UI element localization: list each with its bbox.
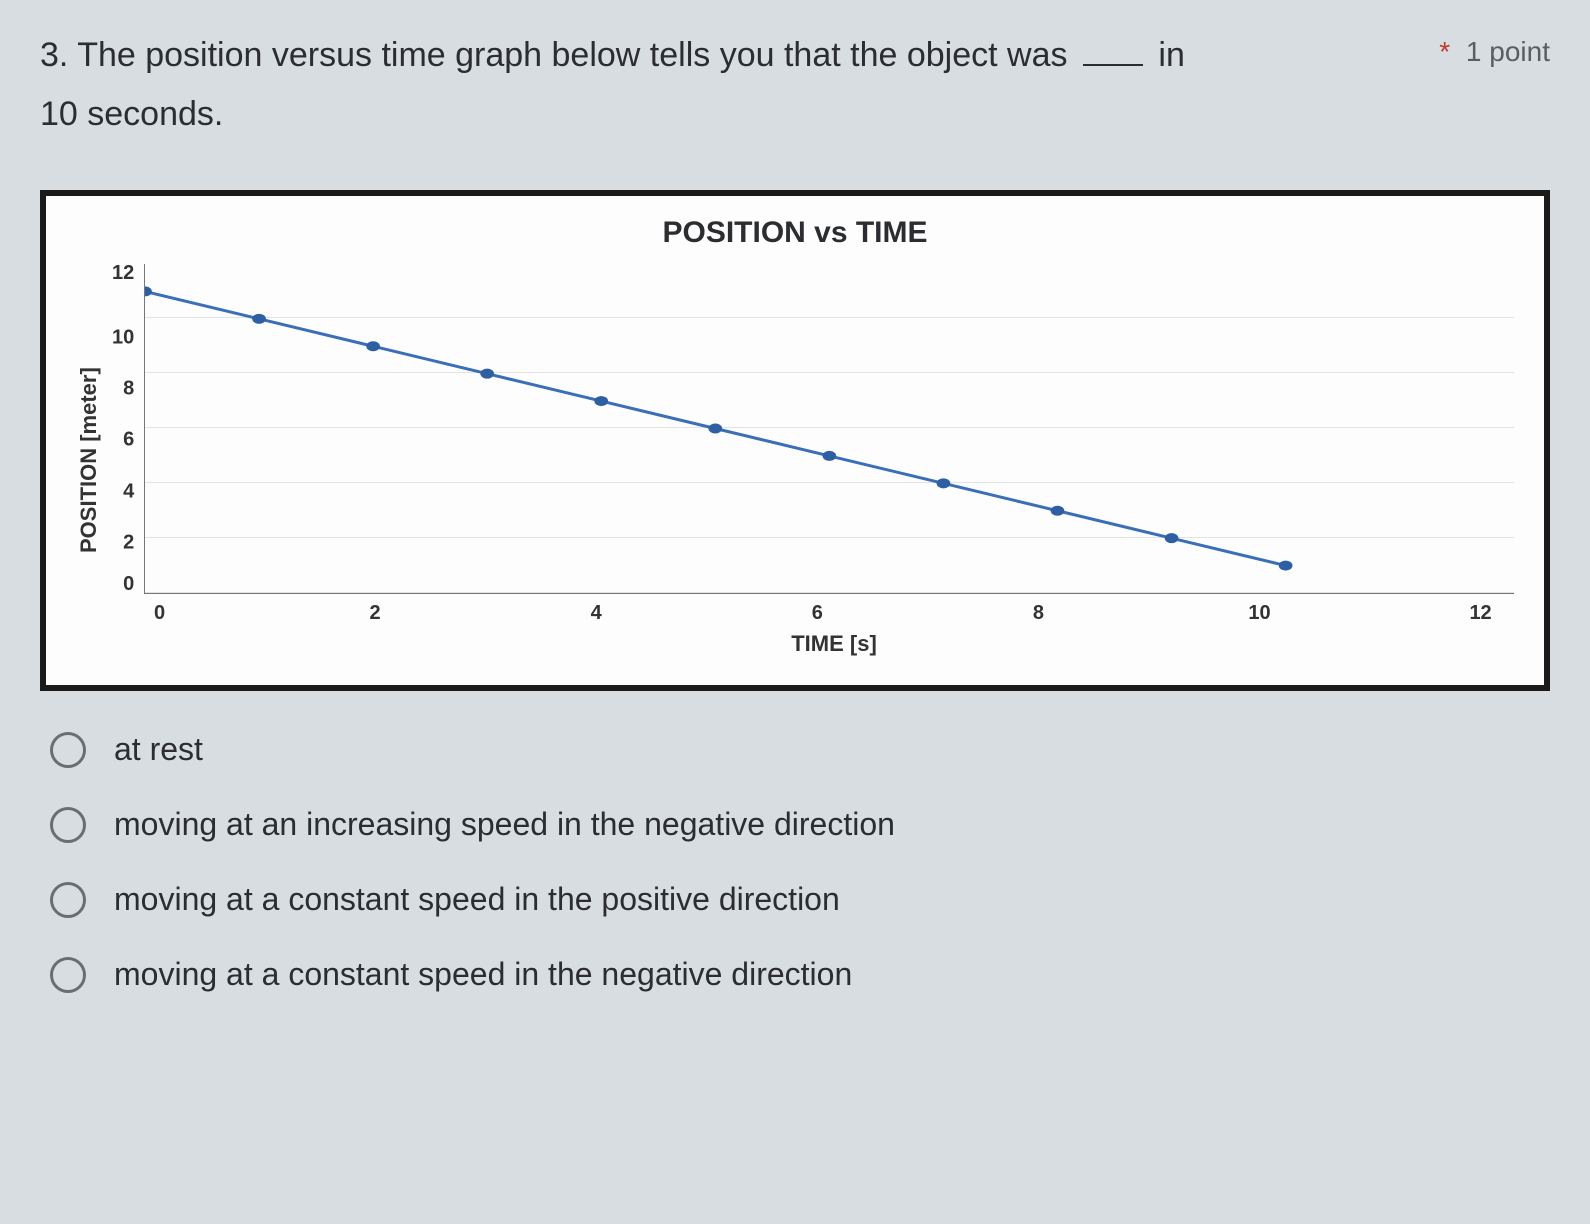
points-label: 1 point: [1466, 36, 1550, 67]
option-constant-negative[interactable]: moving at a constant speed in the negati…: [50, 956, 1550, 993]
x-axis-label: TIME [s]: [154, 631, 1514, 657]
blank-line: [1083, 64, 1143, 66]
option-label: moving at a constant speed in the negati…: [114, 956, 852, 993]
y-tick-label: 4: [123, 480, 134, 503]
option-constant-positive[interactable]: moving at a constant speed in the positi…: [50, 881, 1550, 918]
points-meta: * 1 point: [1419, 30, 1550, 68]
question-prefix: 3. The position versus time graph below …: [40, 36, 1077, 74]
options-group: at rest moving at an increasing speed in…: [40, 731, 1550, 993]
x-ticks: 0 2 4 6 8 10 12: [154, 602, 1514, 625]
radio-icon: [50, 882, 86, 918]
question-row: 3. The position versus time graph below …: [40, 30, 1550, 81]
option-label: moving at an increasing speed in the neg…: [114, 806, 895, 843]
option-label: moving at a constant speed in the positi…: [114, 881, 840, 918]
option-increasing-negative[interactable]: moving at an increasing speed in the neg…: [50, 806, 1550, 843]
x-tick-label: 2: [370, 602, 381, 625]
x-tick-label: 10: [1248, 602, 1270, 625]
y-tick-label: 8: [123, 378, 134, 401]
question-line2: 10 seconds.: [40, 89, 1550, 140]
x-tick-label: 4: [591, 602, 602, 625]
y-tick-label: 6: [123, 429, 134, 452]
radio-icon: [50, 807, 86, 843]
option-label: at rest: [114, 731, 203, 768]
y-axis-label: POSITION [meter]: [76, 264, 102, 657]
radio-icon: [50, 732, 86, 768]
x-tick-label: 12: [1469, 602, 1491, 625]
plot-area: 12 10 8 6 4 2 0: [112, 264, 1514, 594]
chart-frame: POSITION vs TIME POSITION [meter] 12 10 8 6…: [40, 190, 1550, 691]
y-tick-label: 0: [123, 573, 134, 596]
question-text: 3. The position versus time graph below …: [40, 30, 1419, 81]
x-tick-label: 0: [154, 602, 165, 625]
y-tick-label: 12: [112, 262, 134, 285]
plot-wrap: 12 10 8 6 4 2 0 0 2 4 6 8 10 12 TIME [s]: [112, 264, 1514, 657]
option-at-rest[interactable]: at rest: [50, 731, 1550, 768]
required-asterisk: *: [1439, 36, 1450, 67]
x-tick-label: 8: [1033, 602, 1044, 625]
y-ticks: 12 10 8 6 4 2 0: [112, 264, 144, 594]
chart-line-svg: [145, 264, 1514, 593]
chart-title: POSITION vs TIME: [76, 216, 1514, 250]
y-tick-label: 10: [112, 327, 134, 350]
radio-icon: [50, 957, 86, 993]
y-tick-label: 2: [123, 531, 134, 554]
plot-grid: [144, 264, 1514, 594]
x-tick-label: 6: [812, 602, 823, 625]
question-suffix: in: [1158, 36, 1184, 74]
chart-body: POSITION [meter] 12 10 8 6 4 2 0 0 2 4 6 8 10 12 TIM…: [76, 264, 1514, 657]
